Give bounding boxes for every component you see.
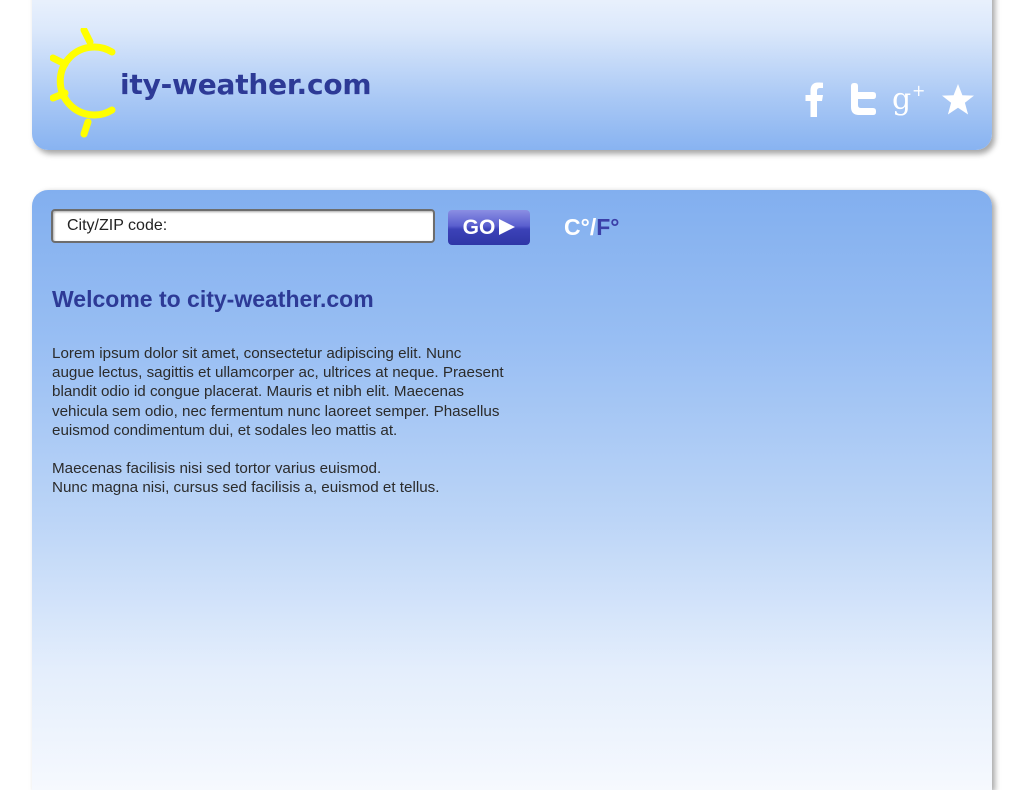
twitter-icon bbox=[851, 83, 876, 115]
paragraph-line: vehicula sem odio, nec fermentum nunc la… bbox=[52, 402, 500, 420]
city-zip-search-input[interactable] bbox=[51, 209, 435, 243]
facebook-link[interactable] bbox=[796, 82, 832, 118]
go-label: GO bbox=[462, 215, 496, 239]
site-logo[interactable]: ity-weather.com bbox=[50, 28, 380, 144]
secondary-paragraph: Maecenas facilisis nisi sed tortor variu… bbox=[52, 459, 532, 497]
paragraph-line: euismod condimentum dui, et sodales leo … bbox=[52, 421, 398, 439]
star-icon bbox=[942, 84, 974, 115]
celsius-toggle[interactable]: C° bbox=[564, 214, 590, 240]
google-plus-icon: g + bbox=[892, 82, 925, 117]
google-plus-link[interactable]: g + bbox=[892, 82, 928, 118]
paragraph-line: Maecenas facilisis nisi sed tortor variu… bbox=[52, 460, 382, 477]
temperature-unit-toggle: C°/F° bbox=[564, 214, 619, 241]
paragraph-line: augue lectus, sagittis et ullamcorper ac… bbox=[52, 364, 504, 382]
page-title: Welcome to city-weather.com bbox=[52, 286, 374, 312]
facebook-icon bbox=[805, 82, 823, 117]
main-panel: GO C°/F° Welcome to city-weather.com Lor… bbox=[32, 190, 992, 790]
paragraph-line: blandit odio id congue placerat. Mauris … bbox=[52, 383, 464, 401]
paragraph-line: Nunc magna nisi, cursus sed facilisis a,… bbox=[52, 479, 440, 497]
go-button[interactable]: GO bbox=[448, 210, 530, 245]
paragraph-line: Lorem ipsum dolor sit amet, consectetur … bbox=[52, 345, 462, 362]
svg-text:g: g bbox=[892, 82, 911, 117]
sun-icon bbox=[50, 28, 116, 138]
fahrenheit-toggle[interactable]: F° bbox=[596, 214, 619, 240]
social-links: g + bbox=[796, 82, 976, 118]
svg-text:+: + bbox=[912, 82, 925, 100]
logo-text: ity-weather.com bbox=[120, 68, 372, 101]
play-arrow-icon bbox=[499, 218, 516, 235]
favorite-link[interactable] bbox=[940, 82, 976, 118]
twitter-link[interactable] bbox=[844, 82, 880, 118]
site-header: ity-weather.com g + bbox=[32, 0, 992, 150]
intro-paragraph: Lorem ipsum dolor sit amet, consectetur … bbox=[52, 344, 532, 440]
